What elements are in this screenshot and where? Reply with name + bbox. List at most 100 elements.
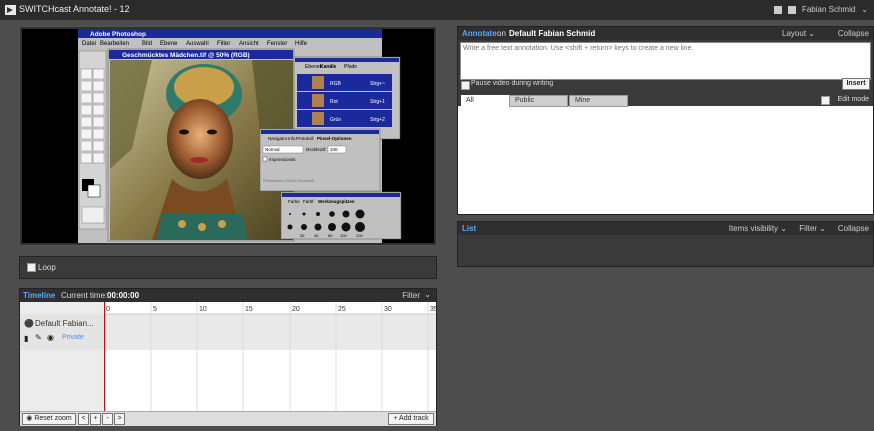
pencil-icon[interactable]: ✎ (35, 333, 42, 342)
svg-text:Farbf.: Farbf. (303, 199, 315, 204)
video-frame[interactable]: Adobe Photoshop Datei Bearbeiten Bild Eb… (22, 29, 434, 243)
annotate-panel: Annotate on Default Fabian Schmid Layout… (457, 26, 874, 215)
tick-label: 35 (430, 306, 436, 313)
current-time-value: 00:00:00 (107, 291, 140, 300)
app-header: SWITCHcast Annotate! - 12 Fabian Schmid … (0, 0, 874, 20)
annotate-header: Annotate on Default Fabian Schmid Layout… (458, 27, 873, 40)
timeline-filter[interactable]: Filter (402, 291, 420, 300)
list-panel: List Items visibility ⌄ Filter ⌄ Collaps… (457, 221, 874, 267)
annotate-tabs: All Public Mine Edit mode (458, 90, 873, 107)
tick-label: 30 (384, 306, 392, 313)
track-list: ⚫ Default Fabian... ▮ ✎ ◉ Private (20, 302, 105, 411)
edit-mode-checkbox[interactable] (821, 96, 830, 105)
video-screenshot: Adobe Photoshop Datei Bearbeiten Bild Eb… (78, 29, 402, 243)
tab-all[interactable]: All (461, 95, 514, 106)
tick-label: 15 (245, 306, 253, 313)
svg-text:Datei: Datei (82, 41, 96, 47)
tab-mine[interactable]: Mine (569, 95, 628, 107)
svg-text:100: 100 (340, 233, 347, 238)
svg-text:Info: Info (288, 136, 296, 141)
svg-text:Grün: Grün (330, 117, 341, 123)
svg-text:Navigator: Navigator (268, 136, 288, 141)
tick-label: 10 (199, 306, 207, 313)
trash-icon[interactable]: ▮ (24, 334, 28, 343)
user-name[interactable]: Fabian Schmid (802, 5, 855, 14)
loop-bar: Loop (19, 256, 437, 279)
svg-text:Farbe: Farbe (288, 199, 300, 204)
svg-text:Pinsel-Optionen: Pinsel-Optionen (317, 136, 352, 141)
next-button[interactable]: > (114, 413, 125, 425)
chevron-down-icon[interactable]: ⌄ (861, 5, 868, 14)
play-icon (5, 5, 16, 15)
svg-text:Protokoll: Protokoll (296, 136, 314, 141)
app-title: SWITCHcast Annotate! - 12 (19, 4, 130, 14)
svg-text:Pinselkante Größe Deckkraft: Pinselkante Größe Deckkraft (263, 178, 315, 183)
timeline-grid[interactable]: 0 5 10 15 20 25 30 35 (104, 302, 436, 411)
svg-text:Kanäle: Kanäle (320, 64, 337, 70)
svg-text:Auswahl: Auswahl (186, 41, 209, 47)
ps-app-title: Adobe Photoshop (90, 31, 146, 38)
annotate-on-label: on (497, 29, 506, 38)
svg-text:Strg+~: Strg+~ (370, 81, 385, 87)
list-header: List Items visibility ⌄ Filter ⌄ Collaps… (458, 222, 873, 235)
tick-label: 0 (106, 306, 110, 313)
svg-text:Werkzeugspitzen: Werkzeugspitzen (318, 199, 355, 204)
list-filter-menu[interactable]: Filter ⌄ (799, 224, 826, 233)
insert-button[interactable]: Insert (842, 78, 870, 90)
tab-public[interactable]: Public (509, 95, 568, 107)
svg-text:Ansicht: Ansicht (239, 41, 259, 47)
reset-zoom-label: Reset zoom (34, 415, 72, 422)
reset-zoom-button[interactable]: ◉ Reset zoom (22, 413, 76, 425)
edit-mode-label: Edit mode (837, 96, 869, 103)
timeline-title: Timeline (23, 291, 56, 300)
list-title: List (462, 224, 477, 233)
svg-text:100: 100 (330, 147, 338, 152)
list-filter-label: Filter (799, 224, 818, 233)
annotation-input[interactable] (460, 42, 871, 80)
svg-text:Deckkraft:: Deckkraft: (306, 147, 326, 152)
zoom-in-button[interactable]: + (90, 413, 101, 425)
svg-text:Strg+1: Strg+1 (370, 99, 385, 105)
privacy-label[interactable]: Private (62, 334, 84, 341)
zoom-out-button[interactable]: - (102, 413, 113, 425)
pause-label: Pause video during writing (471, 80, 554, 87)
tick-label: 5 (153, 306, 157, 313)
svg-text:Bearbeiten: Bearbeiten (100, 41, 129, 47)
pause-checkbox[interactable] (461, 81, 470, 90)
add-track-button[interactable]: + Add track (388, 413, 434, 425)
items-visibility-label: Items visibility (728, 224, 779, 233)
svg-text:Rot: Rot (330, 99, 338, 105)
annotate-input-area: Pause video during writing Insert (458, 40, 873, 90)
user-icon (787, 5, 796, 14)
eye-icon[interactable]: ◉ (47, 333, 54, 342)
user-icon: ⚫ (24, 319, 34, 328)
svg-text:Impressionist: Impressionist (269, 157, 296, 162)
items-visibility-menu[interactable]: Items visibility ⌄ (729, 224, 787, 233)
track-row[interactable]: ⚫ Default Fabian... ▮ ✎ ◉ Private (20, 314, 104, 350)
collapse-button[interactable]: Collapse (838, 29, 869, 38)
svg-text:RGB: RGB (330, 81, 342, 87)
ps-document-title: Geschmücktes Mädchen.tif @ 50% (RGB) (122, 52, 250, 59)
timeline-header: Timeline Current time: 00:00:00 Filter ⌄ (20, 289, 436, 302)
print-icon[interactable] (773, 5, 782, 14)
svg-text:35: 35 (300, 233, 305, 238)
svg-text:200: 200 (356, 233, 363, 238)
tick-label: 25 (338, 306, 346, 313)
layout-menu[interactable]: Layout ⌄ (782, 29, 815, 38)
loop-checkbox[interactable] (27, 263, 36, 272)
svg-text:Pfade: Pfade (344, 64, 357, 70)
svg-text:Normal: Normal (265, 147, 280, 152)
layout-label: Layout (782, 29, 807, 38)
tick-label: 20 (292, 306, 300, 313)
chevron-down-icon[interactable]: ⌄ (424, 290, 431, 299)
annotate-track-name: Default Fabian Schmid (509, 29, 596, 38)
track-name: Default Fabian... (35, 319, 94, 328)
svg-text:Strg+2: Strg+2 (370, 117, 385, 123)
ps-menubar: Datei Bearbeiten Bild Ebene Auswahl Filt… (82, 41, 308, 47)
svg-text:Ebene: Ebene (160, 41, 178, 47)
video-player: Adobe Photoshop Datei Bearbeiten Bild Eb… (19, 26, 437, 246)
list-collapse-button[interactable]: Collapse (838, 224, 869, 233)
svg-text:45: 45 (314, 233, 319, 238)
prev-button[interactable]: < (78, 413, 89, 425)
timeline-controls: ◉ Reset zoom < + - > + Add track (20, 411, 436, 426)
